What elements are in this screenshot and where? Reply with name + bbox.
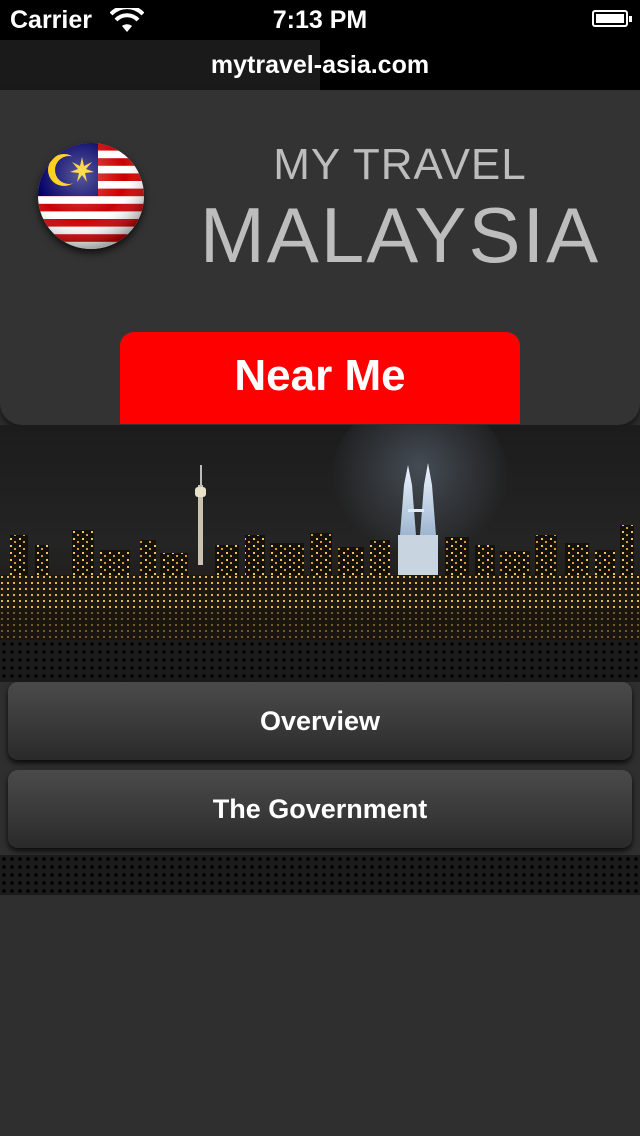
dotted-divider-top xyxy=(0,640,640,682)
url-text: mytravel-asia.com xyxy=(210,51,430,79)
city-skyline-image xyxy=(0,425,640,640)
menu-item-the-government[interactable]: The Government xyxy=(8,770,632,848)
near-me-button[interactable]: Near Me xyxy=(120,332,520,424)
title-big: MALAYSIA xyxy=(199,191,601,279)
malaysia-flag-icon xyxy=(38,143,144,249)
menu-item-overview[interactable]: Overview xyxy=(8,682,632,760)
url-bar: mytravel-asia.com xyxy=(0,40,640,90)
header-panel: MY TRAVEL MALAYSIA Near Me xyxy=(0,90,640,425)
status-bar: Carrier 7:13 PM xyxy=(0,0,640,40)
status-time: 7:13 PM xyxy=(272,6,368,34)
title-small: MY TRAVEL xyxy=(273,140,527,189)
battery-icon xyxy=(592,10,632,27)
dotted-divider-bottom xyxy=(0,855,640,895)
